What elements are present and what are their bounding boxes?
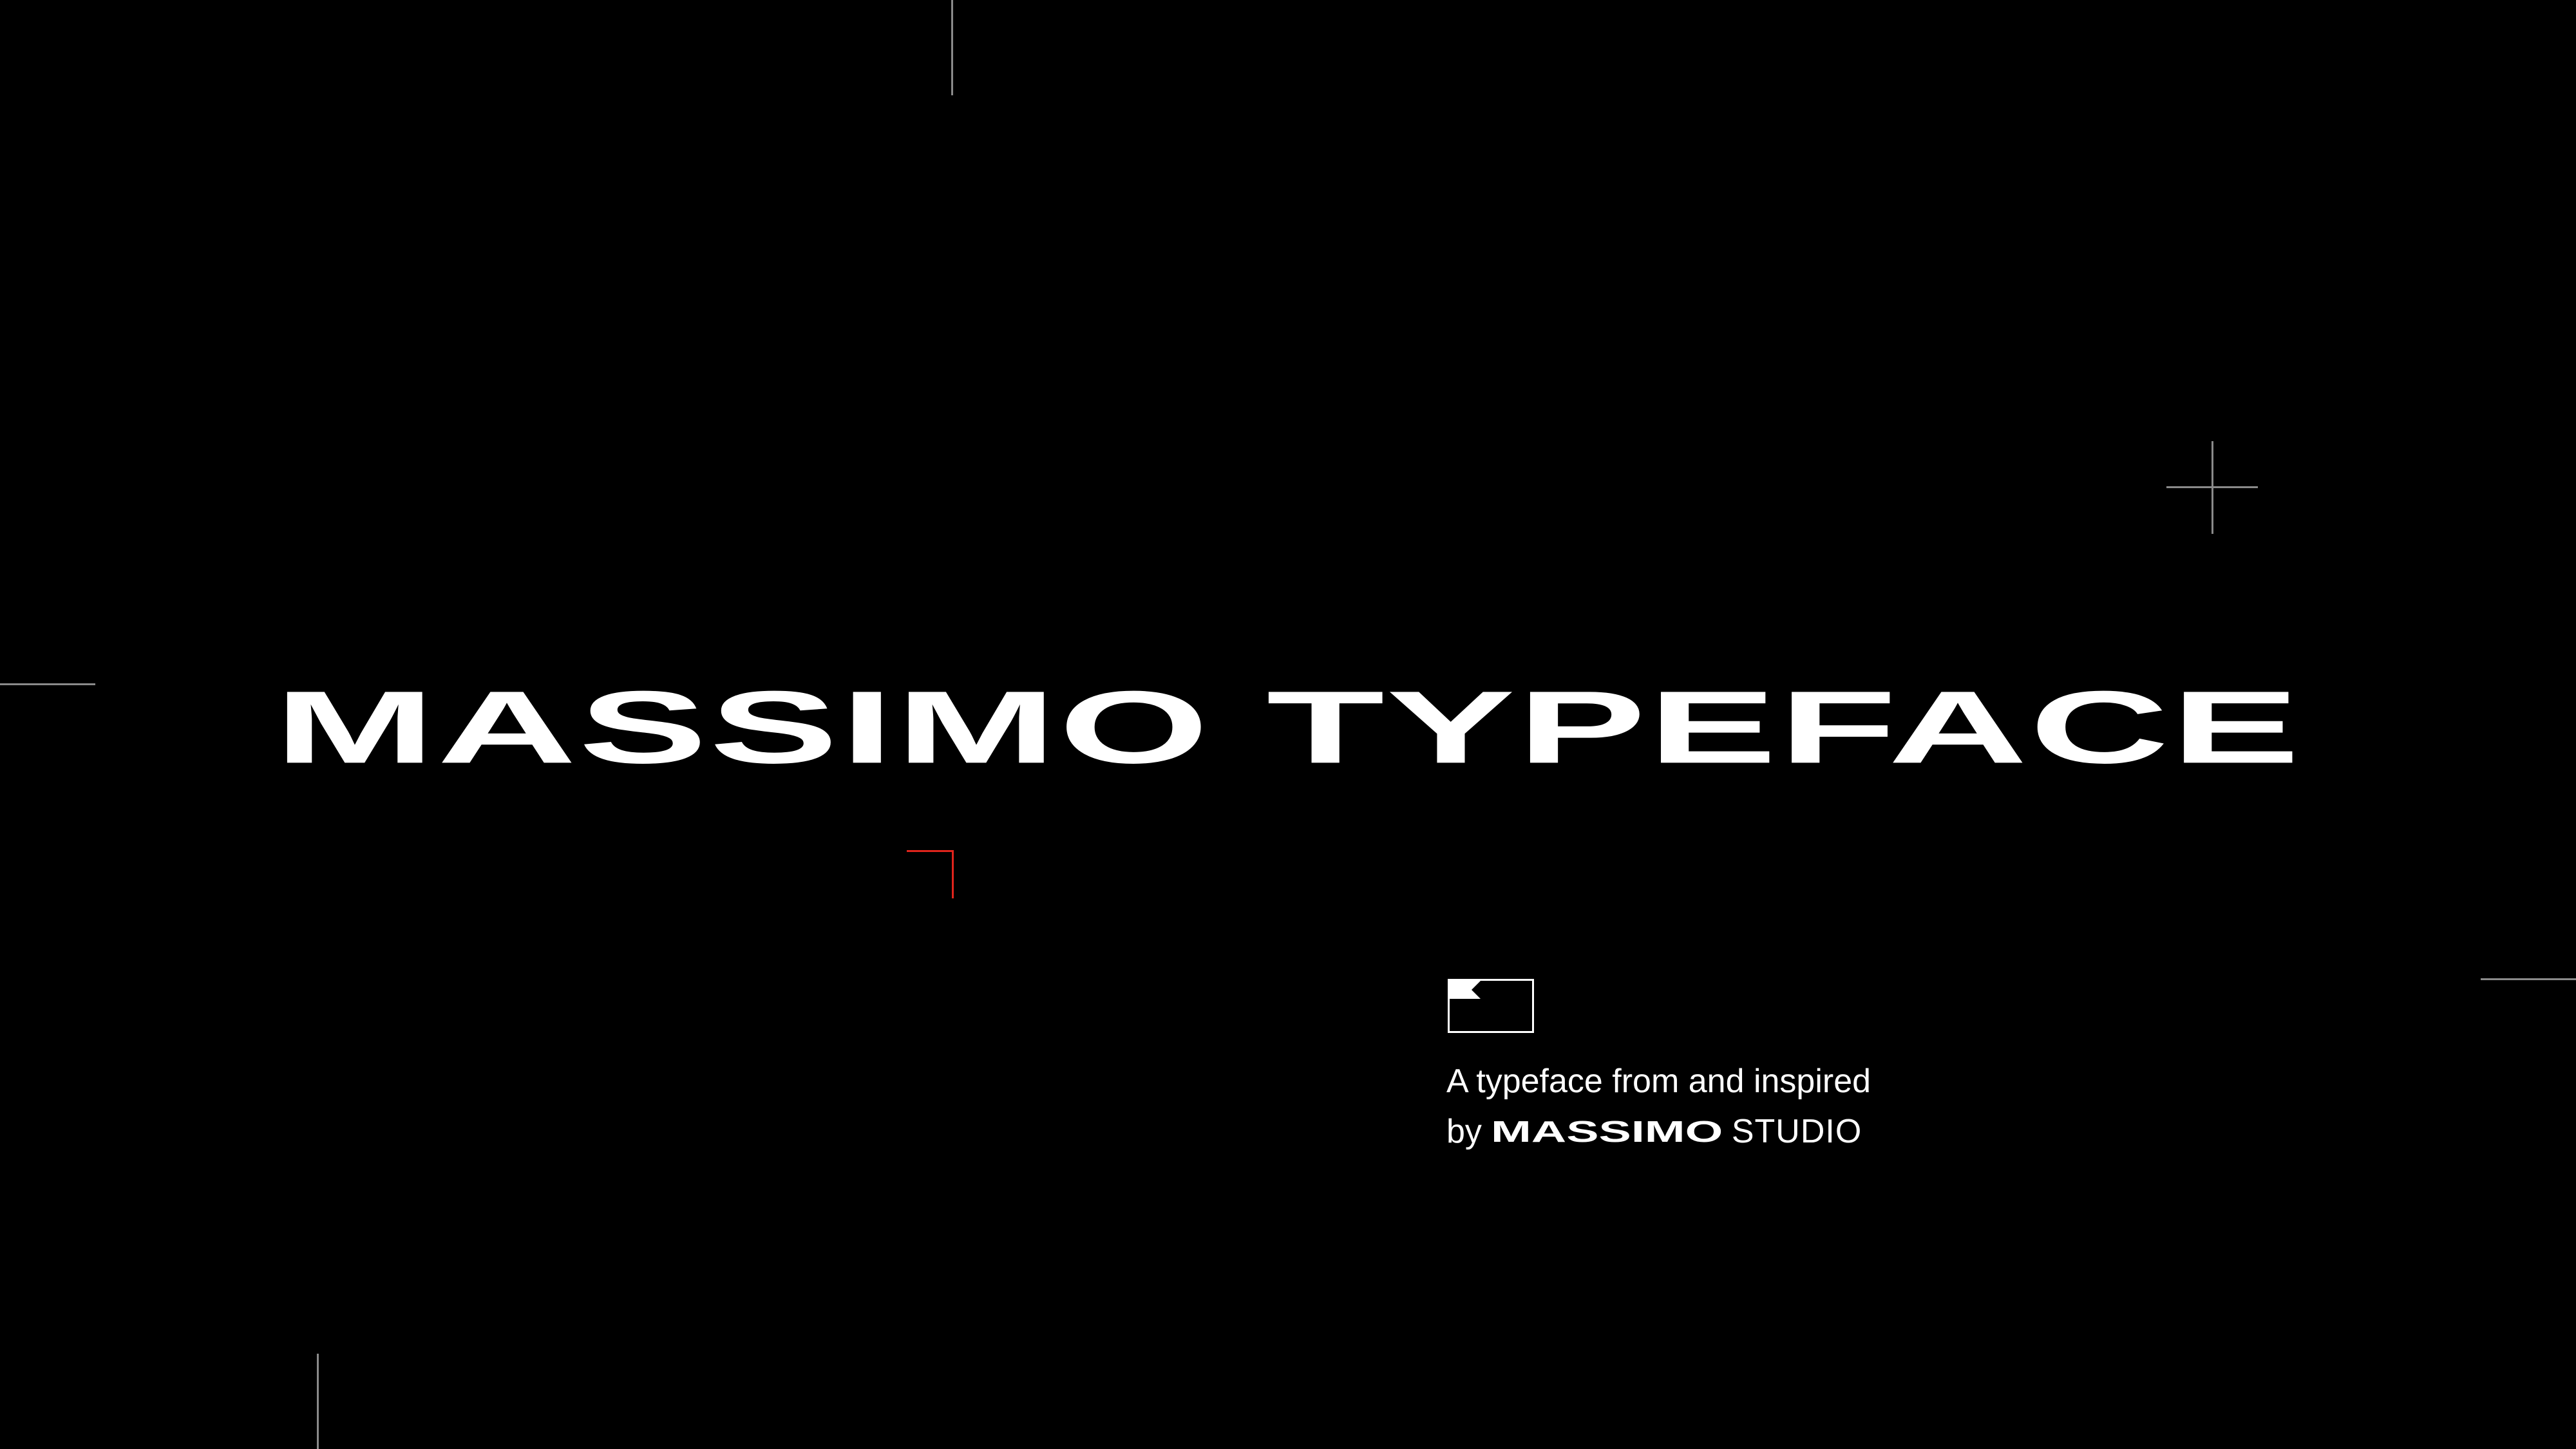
tagline-brand: MASSIMO [1491, 1115, 1723, 1149]
tagline: A typeface from and inspired by MASSIMO S… [1446, 1056, 1975, 1157]
crosshair-vertical [2211, 441, 2213, 534]
headline: MASSIMO TYPEFACE [274, 670, 2302, 785]
red-corner-mark [907, 850, 954, 898]
guide-line-top [951, 0, 953, 95]
studio-logo-icon [1448, 979, 1534, 1033]
guide-line-right [2481, 978, 2576, 980]
guide-line-bottom [317, 1354, 319, 1449]
tagline-by: by [1446, 1113, 1482, 1150]
tagline-line-2: by MASSIMO STUDIO [1446, 1106, 1975, 1157]
tagline-studio: STUDIO [1731, 1113, 1862, 1150]
tagline-line-1: A typeface from and inspired [1446, 1063, 1871, 1100]
